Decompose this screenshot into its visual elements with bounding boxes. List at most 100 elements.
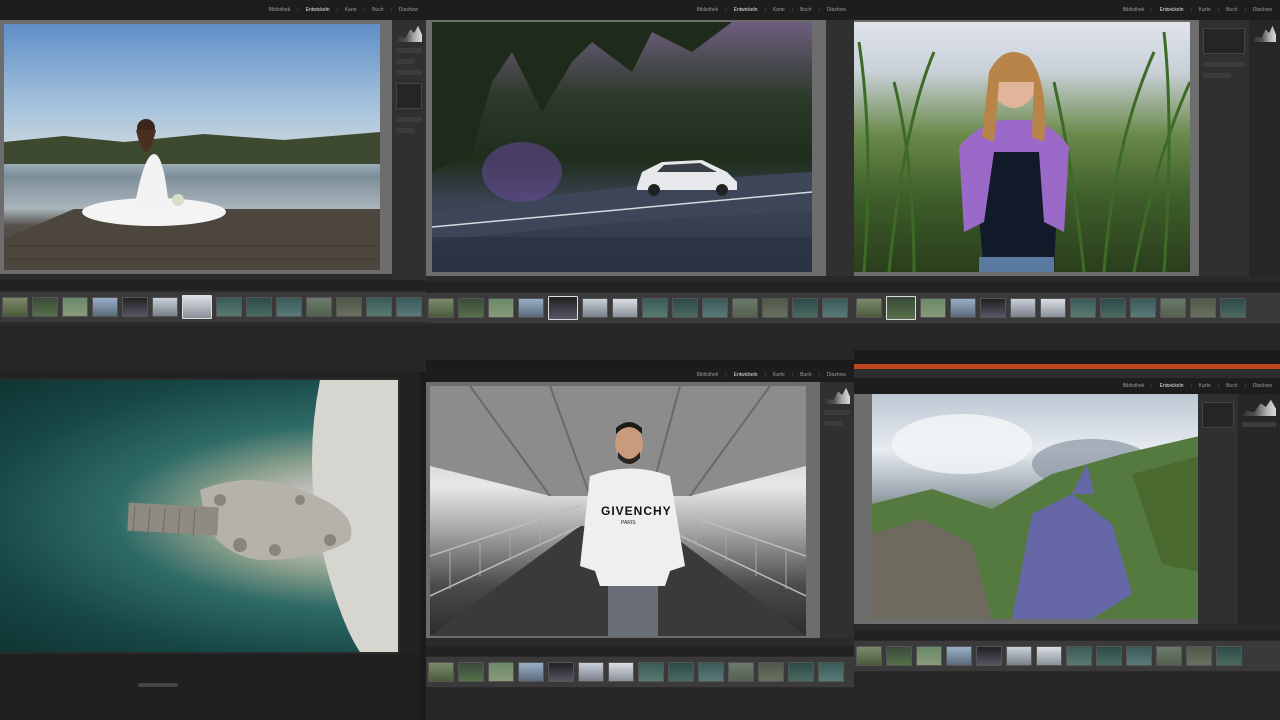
slider-row[interactable] — [396, 117, 422, 122]
filmstrip[interactable] — [854, 293, 1280, 323]
module-map[interactable]: Karte — [345, 7, 357, 13]
module-map[interactable]: Karte — [1199, 383, 1211, 389]
module-slideshow[interactable]: Diashow — [1253, 7, 1272, 13]
thumbnail[interactable] — [246, 297, 272, 317]
module-slideshow[interactable]: Diashow — [827, 7, 846, 13]
thumbnail[interactable] — [2, 297, 28, 317]
module-library[interactable]: Bibliothek — [1123, 383, 1145, 389]
thumbnail[interactable] — [1216, 646, 1242, 666]
thumbnail-selected[interactable] — [886, 296, 916, 320]
thumbnail[interactable] — [758, 662, 784, 682]
slider-row[interactable] — [824, 410, 850, 415]
thumbnail[interactable] — [518, 662, 544, 682]
thumbnail[interactable] — [276, 297, 302, 317]
thumbnail[interactable] — [950, 298, 976, 318]
thumbnail[interactable] — [1156, 646, 1182, 666]
thumbnail[interactable] — [92, 297, 118, 317]
thumbnail[interactable] — [458, 662, 484, 682]
thumbnail[interactable] — [916, 646, 942, 666]
thumbnail[interactable] — [578, 662, 604, 682]
thumbnail[interactable] — [642, 298, 668, 318]
slider-row[interactable] — [396, 70, 422, 75]
slider-row[interactable] — [1203, 73, 1231, 78]
thumbnail[interactable] — [1096, 646, 1122, 666]
module-map[interactable]: Karte — [1199, 7, 1211, 13]
module-develop[interactable]: Entwickeln — [1160, 7, 1184, 13]
thumbnail[interactable] — [396, 297, 422, 317]
thumbnail[interactable] — [32, 297, 58, 317]
thumbnail[interactable] — [608, 662, 634, 682]
thumbnail[interactable] — [1006, 646, 1032, 666]
thumbnail[interactable] — [1126, 646, 1152, 666]
thumbnail[interactable] — [548, 662, 574, 682]
thumbnail[interactable] — [1190, 298, 1216, 318]
thumbnail[interactable] — [336, 297, 362, 317]
module-slideshow[interactable]: Diashow — [1253, 383, 1272, 389]
thumbnail[interactable] — [668, 662, 694, 682]
thumbnail[interactable] — [306, 297, 332, 317]
thumbnail[interactable] — [1220, 298, 1246, 318]
module-book[interactable]: Buch — [372, 7, 383, 13]
thumbnail[interactable] — [458, 298, 484, 318]
thumbnail[interactable] — [1066, 646, 1092, 666]
thumbnail[interactable] — [582, 298, 608, 318]
thumbnail[interactable] — [976, 646, 1002, 666]
thumbnail[interactable] — [732, 298, 758, 318]
module-develop[interactable]: Entwickeln — [734, 7, 758, 13]
thumbnail-selected[interactable] — [548, 296, 578, 320]
module-library[interactable]: Bibliothek — [269, 7, 291, 13]
thumbnail[interactable] — [1130, 298, 1156, 318]
thumbnail[interactable] — [946, 646, 972, 666]
thumbnail[interactable] — [1010, 298, 1036, 318]
slider-row[interactable] — [396, 128, 415, 133]
module-library[interactable]: Bibliothek — [697, 7, 719, 13]
filmstrip[interactable] — [426, 293, 854, 323]
slider-row[interactable] — [1242, 422, 1276, 427]
module-library[interactable]: Bibliothek — [697, 372, 719, 378]
thumbnail[interactable] — [152, 297, 178, 317]
module-develop[interactable]: Entwickeln — [1160, 383, 1184, 389]
module-book[interactable]: Buch — [800, 372, 811, 378]
filmstrip[interactable] — [854, 641, 1280, 671]
thumbnail[interactable] — [518, 298, 544, 318]
module-slideshow[interactable]: Diashow — [399, 7, 418, 13]
slider-row[interactable] — [396, 59, 415, 64]
thumbnail[interactable] — [822, 298, 848, 318]
thumbnail[interactable] — [428, 662, 454, 682]
thumbnail[interactable] — [216, 297, 242, 317]
thumbnail[interactable] — [638, 662, 664, 682]
thumbnail[interactable] — [728, 662, 754, 682]
thumbnail[interactable] — [1036, 646, 1062, 666]
thumbnail[interactable] — [920, 298, 946, 318]
slider-row[interactable] — [396, 48, 422, 53]
thumbnail[interactable] — [886, 646, 912, 666]
thumbnail[interactable] — [428, 298, 454, 318]
thumbnail[interactable] — [62, 297, 88, 317]
filmstrip[interactable] — [0, 292, 426, 322]
filmstrip[interactable] — [426, 657, 854, 687]
slider-row[interactable] — [824, 421, 843, 426]
pagination-dots[interactable] — [138, 683, 178, 687]
module-slideshow[interactable]: Diashow — [827, 372, 846, 378]
thumbnail[interactable] — [856, 646, 882, 666]
module-book[interactable]: Buch — [1226, 383, 1237, 389]
thumbnail[interactable] — [1186, 646, 1212, 666]
module-book[interactable]: Buch — [800, 7, 811, 13]
thumbnail[interactable] — [488, 298, 514, 318]
module-map[interactable]: Karte — [773, 372, 785, 378]
thumbnail[interactable] — [1100, 298, 1126, 318]
thumbnail[interactable] — [1070, 298, 1096, 318]
module-library[interactable]: Bibliothek — [1123, 7, 1145, 13]
thumbnail-selected[interactable] — [182, 295, 212, 319]
module-book[interactable]: Buch — [1226, 7, 1237, 13]
thumbnail[interactable] — [818, 662, 844, 682]
module-develop[interactable]: Entwickeln — [734, 372, 758, 378]
module-develop[interactable]: Entwickeln — [306, 7, 330, 13]
thumbnail[interactable] — [672, 298, 698, 318]
module-map[interactable]: Karte — [773, 7, 785, 13]
thumbnail[interactable] — [788, 662, 814, 682]
thumbnail[interactable] — [980, 298, 1006, 318]
thumbnail[interactable] — [792, 298, 818, 318]
thumbnail[interactable] — [612, 298, 638, 318]
thumbnail[interactable] — [366, 297, 392, 317]
